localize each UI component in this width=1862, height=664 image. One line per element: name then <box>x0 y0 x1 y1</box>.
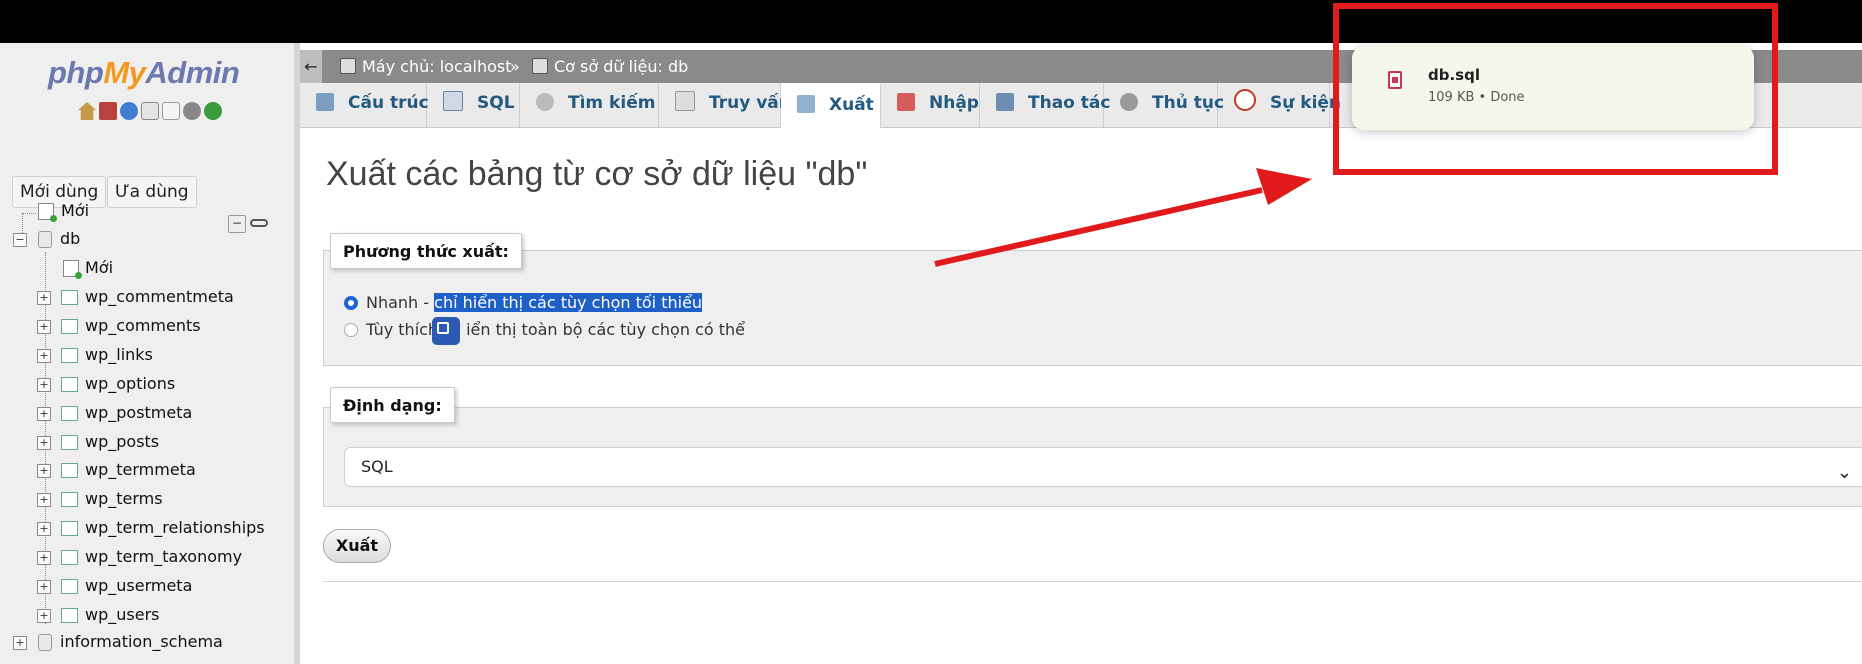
annotation-arrow <box>934 168 1312 267</box>
arrow-shaft <box>934 187 1263 267</box>
arrow-head <box>1256 168 1312 205</box>
